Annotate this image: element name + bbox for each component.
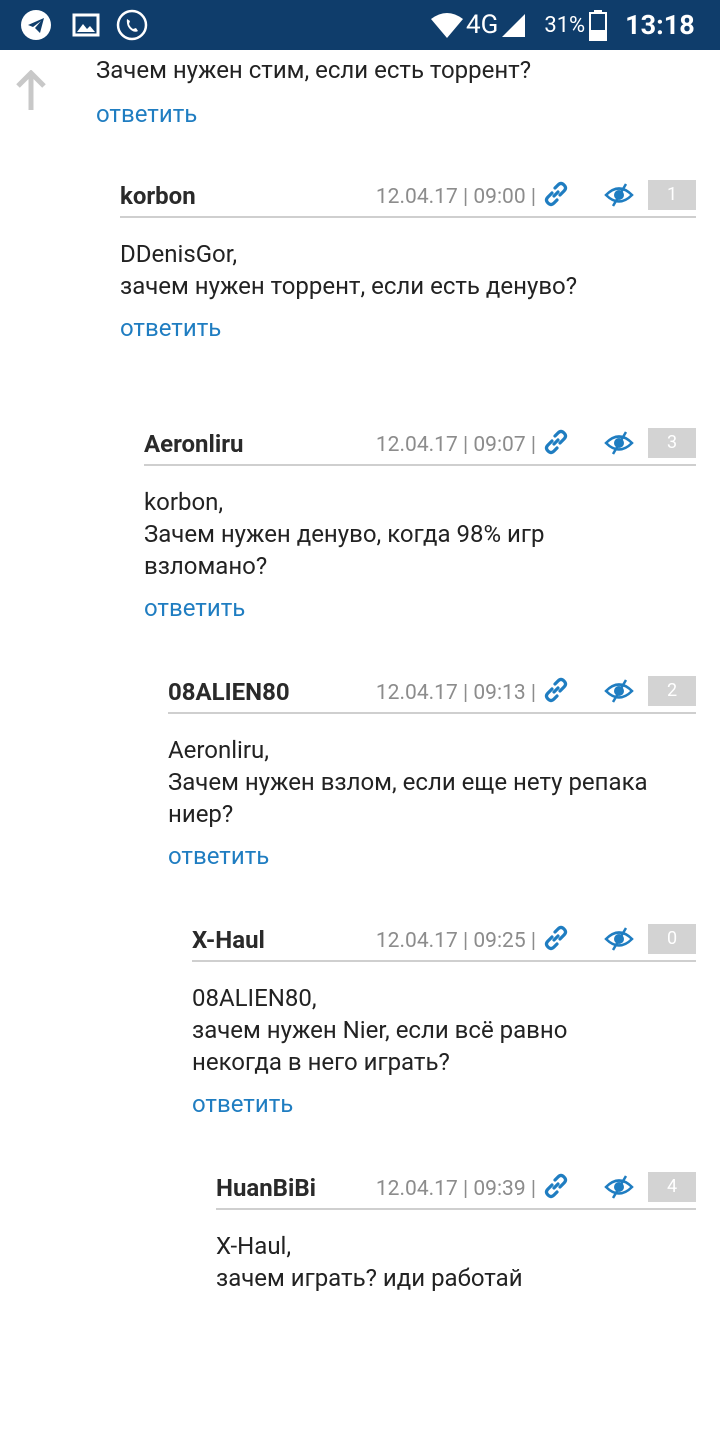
battery-percent: 31% <box>544 12 586 38</box>
vote-count-badge: 0 <box>648 924 696 954</box>
comment-author[interactable]: 08ALIEN80 <box>168 678 290 706</box>
link-icon[interactable] <box>542 428 570 456</box>
comment-date: 12.04.17 | 09:13 | <box>375 681 536 705</box>
hide-eye-icon[interactable] <box>604 678 634 704</box>
comment-header: korbon 12.04.17 | 09:00 | 1 <box>120 180 696 218</box>
phone-icon <box>116 9 148 41</box>
telegram-icon <box>21 10 51 40</box>
vote-count-badge: 4 <box>648 1172 696 1202</box>
comment-body: korbon, Зачем нужен денуво, когда 98% иг… <box>144 488 545 580</box>
comment-date: 12.04.17 | 09:39 | <box>375 1177 536 1201</box>
comment-header: HuanBiBi 12.04.17 | 09:39 | 4 <box>216 1172 696 1210</box>
battery-icon <box>589 10 608 41</box>
comment-author[interactable]: Aeronliru <box>144 430 243 458</box>
comment-body: X-Haul, зачем играть? иди работай <box>216 1232 523 1292</box>
comment-header: Aeronliru 12.04.17 | 09:07 | 3 <box>144 428 696 466</box>
comment-date: 12.04.17 | 09:07 | <box>375 433 536 457</box>
signal-icon <box>502 14 526 37</box>
comment-date: 12.04.17 | 09:00 | <box>375 185 536 209</box>
reply-link[interactable]: ответить <box>168 842 269 870</box>
reply-link[interactable]: ответить <box>144 594 245 622</box>
comment-body: DDenisGor, зачем нужен торрент, если ест… <box>120 240 578 300</box>
hide-eye-icon[interactable] <box>604 1174 634 1200</box>
reply-link[interactable]: ответить <box>96 100 197 128</box>
comment: korbon 12.04.17 | 09:00 | 1 DDenisGor, з… <box>120 180 696 442</box>
comment: HuanBiBi 12.04.17 | 09:39 | 4 X-Haul, за… <box>216 1172 696 1434</box>
wifi-icon <box>431 13 463 38</box>
comment: 08ALIEN80 12.04.17 | 09:13 | 2 Aeronliru… <box>168 676 696 938</box>
comment-body: Aeronliru, Зачем нужен взлом, если еще н… <box>168 736 648 828</box>
vote-count-badge: 3 <box>648 428 696 458</box>
hide-eye-icon[interactable] <box>604 430 634 456</box>
comment: X-Haul 12.04.17 | 09:25 | 0 08ALIEN80, з… <box>192 924 696 1186</box>
comment-header: 08ALIEN80 12.04.17 | 09:13 | 2 <box>168 676 696 714</box>
up-arrow-icon[interactable] <box>14 70 48 112</box>
comment-author[interactable]: korbon <box>120 182 196 210</box>
clock: 13:18 <box>625 9 695 41</box>
comment-date: 12.04.17 | 09:25 | <box>375 929 536 953</box>
link-icon[interactable] <box>542 180 570 208</box>
gallery-icon <box>72 13 100 37</box>
reply-link[interactable]: ответить <box>192 1090 293 1118</box>
link-icon[interactable] <box>542 676 570 704</box>
comment-author[interactable]: HuanBiBi <box>216 1174 316 1202</box>
comment-header: X-Haul 12.04.17 | 09:25 | 0 <box>192 924 696 962</box>
link-icon[interactable] <box>542 924 570 952</box>
link-icon[interactable] <box>542 1172 570 1200</box>
vote-count-badge: 2 <box>648 676 696 706</box>
hide-eye-icon[interactable] <box>604 182 634 208</box>
status-bar: 4G 31% 13:18 <box>0 0 720 50</box>
comment-text: Зачем нужен стим, если есть торрент? <box>96 56 532 84</box>
comment-author[interactable]: X-Haul <box>192 926 265 954</box>
comment: Aeronliru 12.04.17 | 09:07 | 3 korbon, З… <box>144 428 696 690</box>
network-type: 4G <box>466 10 499 40</box>
hide-eye-icon[interactable] <box>604 926 634 952</box>
vote-count-badge: 1 <box>648 180 696 210</box>
comment-body: 08ALIEN80, зачем нужен Nier, если всё ра… <box>192 984 568 1076</box>
reply-link[interactable]: ответить <box>120 314 221 342</box>
